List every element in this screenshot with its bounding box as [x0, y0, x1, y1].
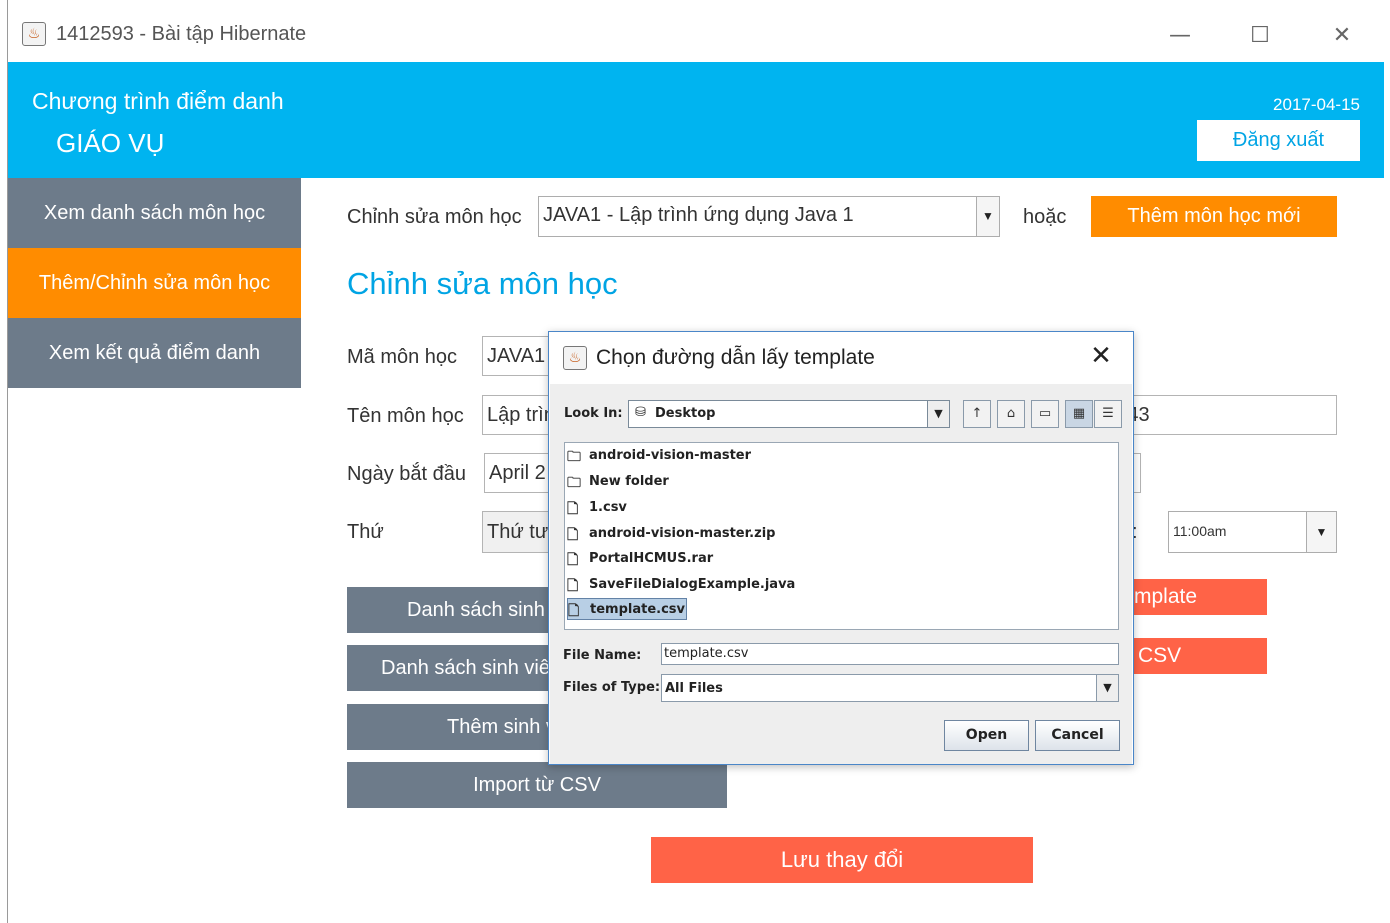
- logout-button[interactable]: Đăng xuất: [1197, 120, 1360, 161]
- import-csv-button[interactable]: Import từ CSV: [347, 762, 727, 808]
- start-date-label: Ngày bắt đầu: [347, 463, 466, 485]
- time-select[interactable]: 11:00am ▼: [1168, 511, 1337, 553]
- chevron-down-icon: ▼: [976, 197, 999, 236]
- file-icon: 🗋: [568, 603, 580, 619]
- export-csv-button[interactable]: CSV: [1134, 638, 1267, 674]
- new-folder-icon[interactable]: ▭: [1031, 400, 1059, 428]
- chevron-down-icon: ▼: [1096, 675, 1118, 701]
- details-view-icon[interactable]: ☰: [1094, 400, 1122, 428]
- folder-icon: 🗀: [567, 449, 581, 465]
- template-button[interactable]: mplate: [1134, 579, 1267, 615]
- course-name-label: Tên môn học: [347, 405, 464, 427]
- java-app-icon: ♨: [22, 22, 46, 46]
- sidebar: Xem danh sách môn học Thêm/Chỉnh sửa môn…: [8, 178, 301, 923]
- file-type-value: All Files: [665, 681, 723, 696]
- chevron-down-icon: ▼: [1306, 512, 1336, 552]
- chevron-down-icon: ▼: [927, 401, 949, 427]
- file-name: SaveFileDialogExample.java: [589, 577, 796, 592]
- close-icon[interactable]: ✕: [1320, 18, 1364, 54]
- add-course-button[interactable]: Thêm môn học mới: [1091, 196, 1337, 237]
- close-icon[interactable]: ✕: [1083, 338, 1119, 374]
- file-chooser-dialog: ♨ Chọn đường dẫn lấy template ✕ Look In:…: [548, 331, 1134, 765]
- sidebar-item-course-list[interactable]: Xem danh sách môn học: [8, 178, 301, 248]
- file-name: 1.csv: [589, 500, 627, 515]
- user-role: GIÁO VỤ: [56, 128, 165, 158]
- file-name-label: File Name:: [563, 648, 642, 663]
- file-name-field[interactable]: template.csv: [661, 643, 1119, 665]
- file-type-select[interactable]: All Files ▼: [661, 674, 1119, 702]
- file-name: android-vision-master: [589, 448, 752, 463]
- app-title: Chương trình điểm danh: [32, 88, 284, 114]
- student-list-button[interactable]: Danh sách sinh viên: [347, 587, 557, 633]
- file-icon: 🗋: [567, 578, 579, 594]
- minimize-icon[interactable]: —: [1158, 18, 1202, 54]
- open-button[interactable]: Open: [944, 720, 1029, 751]
- course-code-label: Mã môn học: [347, 346, 458, 368]
- dialog-body: Look In: ⛁ Desktop ▼ ↑ ⌂ ▭ ▦ ☰ 🗀 android…: [550, 384, 1132, 764]
- file-name: New folder: [589, 474, 669, 489]
- file-icon: 🗋: [567, 501, 579, 517]
- cancel-button[interactable]: Cancel: [1035, 720, 1120, 751]
- current-date: 2017-04-15: [1273, 95, 1360, 114]
- or-label: hoặc: [1023, 206, 1067, 228]
- drive-icon: ⛁: [635, 405, 646, 420]
- student-list-button-2[interactable]: Danh sách sinh viên: [347, 645, 557, 691]
- dialog-title: Chọn đường dẫn lấy template: [596, 346, 875, 369]
- time-select-value: 11:00am: [1173, 523, 1227, 539]
- list-view-icon[interactable]: ▦: [1065, 400, 1093, 428]
- title-bar: ♨ 1412593 - Bài tập Hibernate — ☐ ✕: [8, 0, 1384, 62]
- course-select[interactable]: JAVA1 - Lập trình ứng dụng Java 1 ▼: [538, 196, 1000, 237]
- list-item-selected[interactable]: 🗋 template.csv: [567, 598, 687, 620]
- file-name: template.csv: [590, 602, 685, 617]
- file-icon: 🗋: [567, 552, 579, 568]
- sidebar-item-edit-course[interactable]: Thêm/Chỉnh sửa môn học: [8, 248, 301, 318]
- weekday-label: Thứ: [347, 521, 384, 543]
- home-icon[interactable]: ⌂: [997, 400, 1025, 428]
- course-select-value: JAVA1 - Lập trình ứng dụng Java 1: [543, 204, 854, 226]
- look-in-value: Desktop: [655, 406, 716, 421]
- add-student-button[interactable]: Thêm sinh viên: [347, 704, 557, 750]
- save-changes-button[interactable]: Lưu thay đổi: [651, 837, 1033, 883]
- window-title: 1412593 - Bài tập Hibernate: [56, 23, 307, 45]
- maximize-icon[interactable]: ☐: [1238, 18, 1282, 54]
- folder-icon: 🗀: [567, 475, 581, 491]
- edit-course-label: Chỉnh sửa môn học: [347, 206, 522, 228]
- file-list: 🗀 android-vision-master 🗀 New folder 🗋 1…: [564, 442, 1119, 630]
- sidebar-item-attendance-results[interactable]: Xem kết quả điểm danh: [8, 318, 301, 388]
- java-app-icon: ♨: [563, 346, 587, 370]
- file-name: android-vision-master.zip: [589, 526, 776, 541]
- room-field[interactable]: E43: [1113, 395, 1337, 435]
- file-type-label: Files of Type:: [563, 680, 661, 695]
- up-folder-icon[interactable]: ↑: [963, 400, 991, 428]
- app-header: Chương trình điểm danh GIÁO VỤ 2017-04-1…: [8, 62, 1384, 178]
- file-icon: 🗋: [567, 527, 579, 543]
- dialog-title-bar: ♨ Chọn đường dẫn lấy template ✕: [549, 332, 1133, 384]
- look-in-select[interactable]: ⛁ Desktop ▼: [628, 400, 950, 428]
- section-title: Chỉnh sửa môn học: [347, 266, 618, 301]
- look-in-label: Look In:: [564, 406, 623, 421]
- file-name: PortalHCMUS.rar: [589, 551, 714, 566]
